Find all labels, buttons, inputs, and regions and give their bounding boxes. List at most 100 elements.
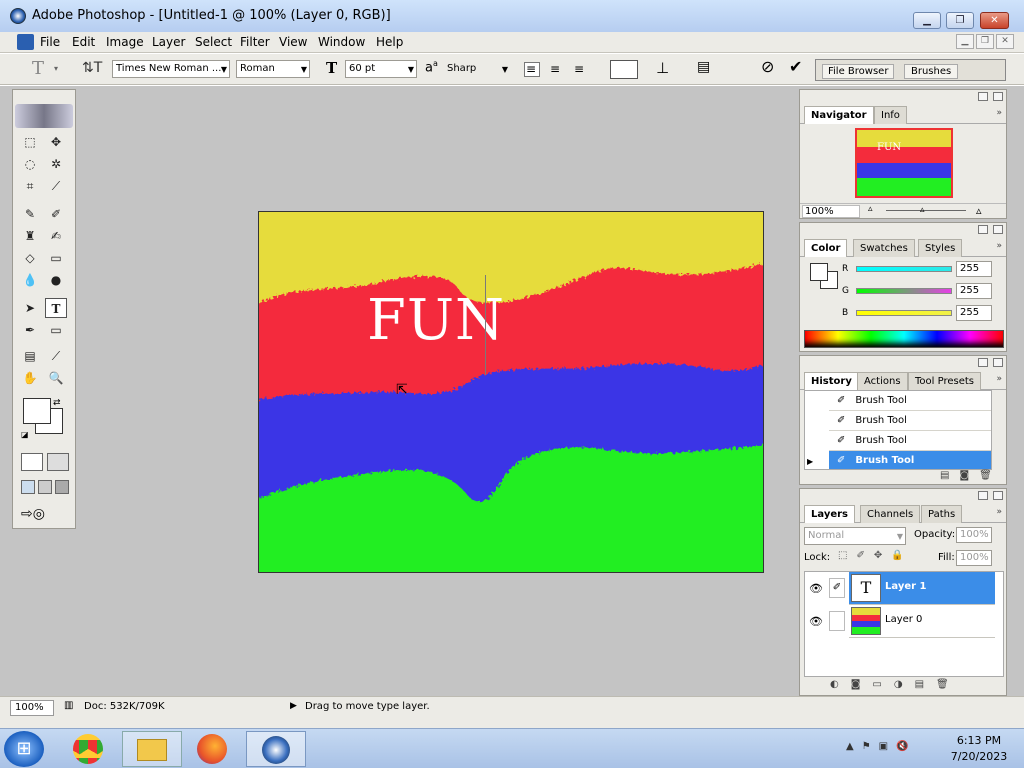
- screen-mode-full-menu-icon[interactable]: [38, 480, 52, 494]
- menu-select[interactable]: Select: [195, 35, 232, 49]
- path-selection-tool-icon[interactable]: ➤: [19, 298, 41, 318]
- zoom-tool-icon[interactable]: 🔍: [45, 368, 67, 388]
- adobe-eye-icon[interactable]: [15, 104, 73, 128]
- panel-menu-icon[interactable]: »: [996, 507, 1002, 517]
- tab-channels[interactable]: Channels: [860, 505, 921, 523]
- status-doc-size[interactable]: Doc: 532K/709K: [84, 701, 165, 712]
- tab-styles[interactable]: Styles: [918, 239, 963, 257]
- antialias-select[interactable]: Sharp ▼: [443, 60, 511, 78]
- layer-row-1[interactable]: T Layer 1: [849, 572, 995, 605]
- file-browser-tab[interactable]: File Browser: [822, 64, 895, 79]
- brush-tool-icon[interactable]: ✐: [45, 204, 67, 224]
- explorer-taskbar-icon[interactable]: [122, 731, 182, 767]
- layer-name[interactable]: Layer 1: [885, 581, 926, 592]
- history-item[interactable]: ✐ Brush Tool: [829, 431, 991, 451]
- layer-row-0[interactable]: Layer 0: [849, 605, 995, 638]
- quick-mask-mode-icon[interactable]: [47, 453, 69, 471]
- font-size-select[interactable]: 60 pt ▼: [345, 60, 417, 78]
- chrome-taskbar-icon[interactable]: [58, 731, 118, 767]
- notes-tool-icon[interactable]: ▤: [19, 346, 41, 366]
- fill-field[interactable]: 100%: [956, 550, 992, 566]
- panel-minimize-icon[interactable]: [978, 225, 988, 234]
- history-item[interactable]: ✐ Brush Tool: [829, 391, 991, 411]
- lasso-tool-icon[interactable]: ◌: [19, 154, 41, 174]
- color-foreground-swatch[interactable]: [810, 263, 828, 281]
- panel-close-icon[interactable]: [993, 358, 1003, 367]
- channel-g-slider[interactable]: [856, 288, 952, 294]
- font-style-select[interactable]: Roman ▼: [236, 60, 310, 78]
- shape-tool-icon[interactable]: ▭: [45, 320, 67, 340]
- dodge-tool-icon[interactable]: ●: [45, 270, 67, 290]
- align-right-icon[interactable]: ≡: [574, 62, 584, 76]
- channel-g-value[interactable]: 255: [956, 283, 992, 299]
- foreground-color-swatch[interactable]: [23, 398, 51, 424]
- layer-brush-link-icon[interactable]: ✐: [829, 578, 845, 598]
- channel-r-slider[interactable]: [856, 266, 952, 272]
- clock-time[interactable]: 6:13 PM: [942, 734, 1016, 747]
- eraser-tool-icon[interactable]: ◇: [19, 248, 41, 268]
- layer-link-box[interactable]: [829, 611, 845, 631]
- clone-stamp-tool-icon[interactable]: ♜: [19, 226, 41, 246]
- clock-date[interactable]: 7/20/2023: [942, 750, 1016, 763]
- crop-tool-icon[interactable]: ⌗: [19, 176, 41, 196]
- channel-b-value[interactable]: 255: [956, 305, 992, 321]
- type-tool-icon[interactable]: T: [45, 298, 67, 318]
- channel-r-value[interactable]: 255: [956, 261, 992, 277]
- navigator-zoom-field[interactable]: 100%: [802, 205, 860, 218]
- panel-minimize-icon[interactable]: [978, 92, 988, 101]
- align-left-icon[interactable]: ≡: [524, 62, 541, 77]
- history-item-current[interactable]: ✐ Brush Tool: [829, 451, 991, 469]
- maximize-button[interactable]: ❐: [946, 12, 974, 29]
- healing-brush-tool-icon[interactable]: ✎: [19, 204, 41, 224]
- menu-window[interactable]: Window: [318, 35, 365, 49]
- panel-minimize-icon[interactable]: [978, 491, 988, 500]
- firefox-taskbar-icon[interactable]: [182, 731, 242, 767]
- hand-tool-icon[interactable]: ✋: [19, 368, 41, 388]
- tab-info[interactable]: Info: [874, 106, 907, 124]
- standard-mode-icon[interactable]: [21, 453, 43, 471]
- tab-paths[interactable]: Paths: [921, 505, 963, 523]
- commit-edit-icon[interactable]: ✔: [789, 57, 802, 76]
- navigator-thumbnail[interactable]: FUN: [855, 128, 953, 198]
- menu-layer[interactable]: Layer: [152, 35, 185, 49]
- panel-minimize-icon[interactable]: [978, 358, 988, 367]
- preset-dropdown-icon[interactable]: ▾: [54, 64, 58, 73]
- menu-view[interactable]: View: [279, 35, 307, 49]
- zoom-slider[interactable]: [886, 210, 966, 211]
- color-ramp[interactable]: [804, 330, 1004, 348]
- photoshop-taskbar-icon[interactable]: [246, 731, 306, 767]
- tab-actions[interactable]: Actions: [857, 372, 908, 390]
- swap-colors-icon[interactable]: ⇄: [53, 398, 61, 408]
- layer-visibility-eye-icon[interactable]: 👁: [809, 615, 823, 628]
- menu-edit[interactable]: Edit: [72, 35, 95, 49]
- eyedropper-tool-icon[interactable]: ⟋: [45, 346, 67, 366]
- type-tool-preset-icon[interactable]: T: [32, 58, 44, 79]
- history-item[interactable]: ✐ Brush Tool: [829, 411, 991, 431]
- zoom-slider-thumb-icon[interactable]: ▵: [920, 205, 925, 215]
- gradient-tool-icon[interactable]: ▭: [45, 248, 67, 268]
- tab-tool-presets[interactable]: Tool Presets: [908, 372, 981, 390]
- layers-footer-icons[interactable]: ◐◙▭◑▤🗑: [830, 679, 961, 690]
- tab-navigator[interactable]: Navigator: [804, 106, 874, 124]
- tab-color[interactable]: Color: [804, 239, 848, 257]
- menu-filter[interactable]: Filter: [240, 35, 270, 49]
- default-colors-icon[interactable]: ◪: [21, 430, 29, 439]
- doc-close-button[interactable]: ✕: [996, 34, 1014, 49]
- layer-visibility-eye-icon[interactable]: 👁: [809, 582, 823, 595]
- history-brush-tool-icon[interactable]: ✍: [45, 226, 67, 246]
- jump-to-imageready-icon[interactable]: ⇨◎: [21, 506, 45, 522]
- opacity-field[interactable]: 100%: [956, 527, 992, 543]
- slice-tool-icon[interactable]: ⟋: [45, 176, 67, 196]
- brushes-tab[interactable]: Brushes: [904, 64, 959, 79]
- panel-menu-icon[interactable]: »: [996, 241, 1002, 251]
- channel-b-slider[interactable]: [856, 310, 952, 316]
- status-zoom-field[interactable]: 100%: [10, 700, 54, 716]
- history-footer-icons[interactable]: ▤◙🗑: [940, 470, 1002, 481]
- screen-mode-full-icon[interactable]: [55, 480, 69, 494]
- align-center-icon[interactable]: ≡: [550, 62, 560, 76]
- menu-image[interactable]: Image: [106, 35, 144, 49]
- menu-help[interactable]: Help: [376, 35, 403, 49]
- panel-close-icon[interactable]: [993, 225, 1003, 234]
- panel-menu-icon[interactable]: »: [996, 108, 1002, 118]
- doc-restore-button[interactable]: ❐: [976, 34, 994, 49]
